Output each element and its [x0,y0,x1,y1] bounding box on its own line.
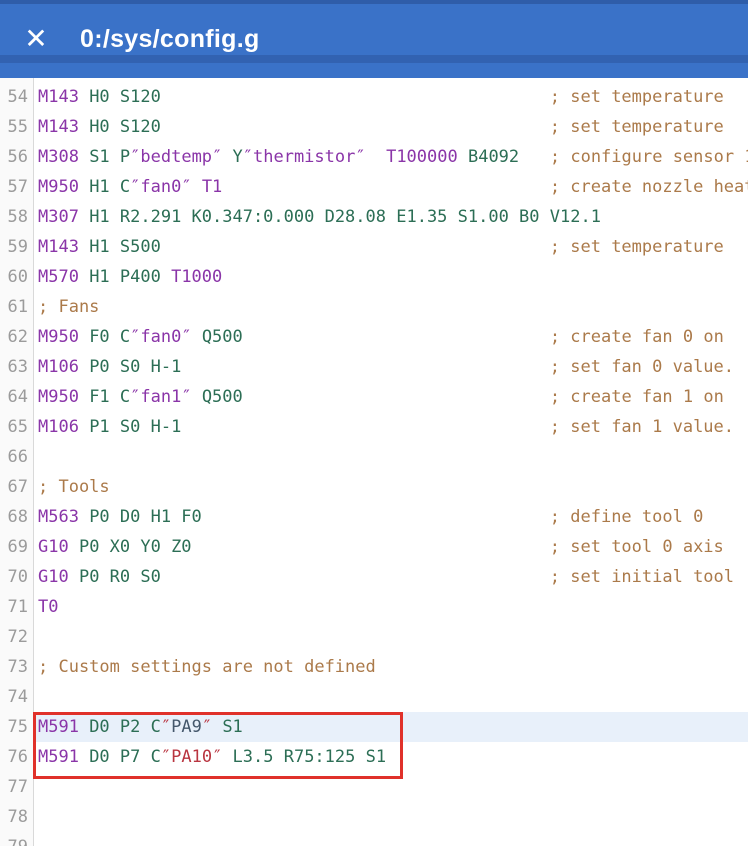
code-line[interactable]: 71T0 [0,592,748,622]
code-lines: 54M143 H0 S120 ; set temperature55M143 H… [0,82,748,846]
line-number: 64 [0,382,33,412]
code-line[interactable]: 60M570 H1 P400 T1000 [0,262,748,292]
code-line[interactable]: 63M106 P0 S0 H-1 ; set fan 0 value. [0,352,748,382]
code-text: T0 [33,592,58,622]
line-number: 56 [0,142,33,172]
code-text: ; Tools [33,472,110,502]
header-top-edge [0,0,748,4]
code-line[interactable]: 67; Tools [0,472,748,502]
line-number: 55 [0,112,33,142]
code-text: M308 S1 P″bedtemp″ Y″thermistor″ T100000… [33,142,748,172]
line-number: 59 [0,232,33,262]
code-text: ; Custom settings are not defined [33,652,376,682]
code-text: M106 P0 S0 H-1 ; set fan 0 value. [33,352,734,382]
code-text: M950 F0 C″fan0″ Q500 ; create fan 0 on [33,322,724,352]
code-line[interactable]: 72 [0,622,748,652]
code-text: M591 D0 P2 C″PA9″ S1 [33,712,243,742]
code-text [33,622,38,652]
line-number: 62 [0,322,33,352]
code-line[interactable]: 79 [0,832,748,846]
line-number: 69 [0,532,33,562]
code-text: M570 H1 P400 T1000 [33,262,222,292]
line-number: 60 [0,262,33,292]
header-bottom-stripe [0,55,748,63]
code-text: ; Fans [33,292,99,322]
code-line[interactable]: 57M950 H1 C″fan0″ T1 ; create nozzle hea… [0,172,748,202]
code-line[interactable]: 76M591 D0 P7 C″PA10″ L3.5 R75:125 S1 [0,742,748,772]
code-text: M950 H1 C″fan0″ T1 ; create nozzle heat [33,172,748,202]
code-text: M591 D0 P7 C″PA10″ L3.5 R75:125 S1 [33,742,386,772]
editor-header: ✕ 0:/sys/config.g [0,0,748,78]
code-text [33,682,38,712]
code-text: M950 F1 C″fan1″ Q500 ; create fan 1 on [33,382,724,412]
code-text: M563 P0 D0 H1 F0 ; define tool 0 [33,502,703,532]
code-text [33,772,38,802]
code-line[interactable]: 74 [0,682,748,712]
line-number: 78 [0,802,33,832]
line-number: 54 [0,82,33,112]
code-line[interactable]: 61; Fans [0,292,748,322]
code-line[interactable]: 55M143 H0 S120 ; set temperature [0,112,748,142]
line-number: 67 [0,472,33,502]
code-text: M307 H1 R2.291 K0.347:0.000 D28.08 E1.35… [33,202,601,232]
code-line[interactable]: 66 [0,442,748,472]
code-text: M106 P1 S0 H-1 ; set fan 1 value. [33,412,734,442]
code-editor[interactable]: 54M143 H0 S120 ; set temperature55M143 H… [0,78,748,846]
code-line[interactable]: 77 [0,772,748,802]
code-line[interactable]: 65M106 P1 S0 H-1 ; set fan 1 value. [0,412,748,442]
line-number: 73 [0,652,33,682]
line-number: 75 [0,712,33,742]
code-text: G10 P0 R0 S0 ; set initial tool [33,562,734,592]
code-line[interactable]: 75M591 D0 P2 C″PA9″ S1 [0,712,748,742]
line-number: 61 [0,292,33,322]
line-number: 57 [0,172,33,202]
code-text: M143 H0 S120 ; set temperature [33,112,724,142]
code-text: G10 P0 X0 Y0 Z0 ; set tool 0 axis [33,532,724,562]
code-line[interactable]: 62M950 F0 C″fan0″ Q500 ; create fan 0 on [0,322,748,352]
code-line[interactable]: 56M308 S1 P″bedtemp″ Y″thermistor″ T1000… [0,142,748,172]
code-line[interactable]: 59M143 H1 S500 ; set temperature [0,232,748,262]
line-number: 74 [0,682,33,712]
code-line[interactable]: 58M307 H1 R2.291 K0.347:0.000 D28.08 E1.… [0,202,748,232]
line-number: 65 [0,412,33,442]
code-text: M143 H1 S500 ; set temperature [33,232,724,262]
line-number: 71 [0,592,33,622]
code-text: M143 H0 S120 ; set temperature [33,82,724,112]
code-line[interactable]: 64M950 F1 C″fan1″ Q500 ; create fan 1 on [0,382,748,412]
code-line[interactable]: 54M143 H0 S120 ; set temperature [0,82,748,112]
code-line[interactable]: 70G10 P0 R0 S0 ; set initial tool [0,562,748,592]
code-text [33,442,38,472]
code-line[interactable]: 78 [0,802,748,832]
code-text [33,832,38,846]
line-number: 66 [0,442,33,472]
line-number: 70 [0,562,33,592]
file-path-title: 0:/sys/config.g [80,25,260,54]
code-line[interactable]: 68M563 P0 D0 H1 F0 ; define tool 0 [0,502,748,532]
line-number: 79 [0,832,33,846]
line-number: 58 [0,202,33,232]
code-text [33,802,38,832]
line-number: 72 [0,622,33,652]
code-line[interactable]: 73; Custom settings are not defined [0,652,748,682]
line-number: 68 [0,502,33,532]
line-number: 76 [0,742,33,772]
line-number: 77 [0,772,33,802]
line-number: 63 [0,352,33,382]
code-line[interactable]: 69G10 P0 X0 Y0 Z0 ; set tool 0 axis [0,532,748,562]
